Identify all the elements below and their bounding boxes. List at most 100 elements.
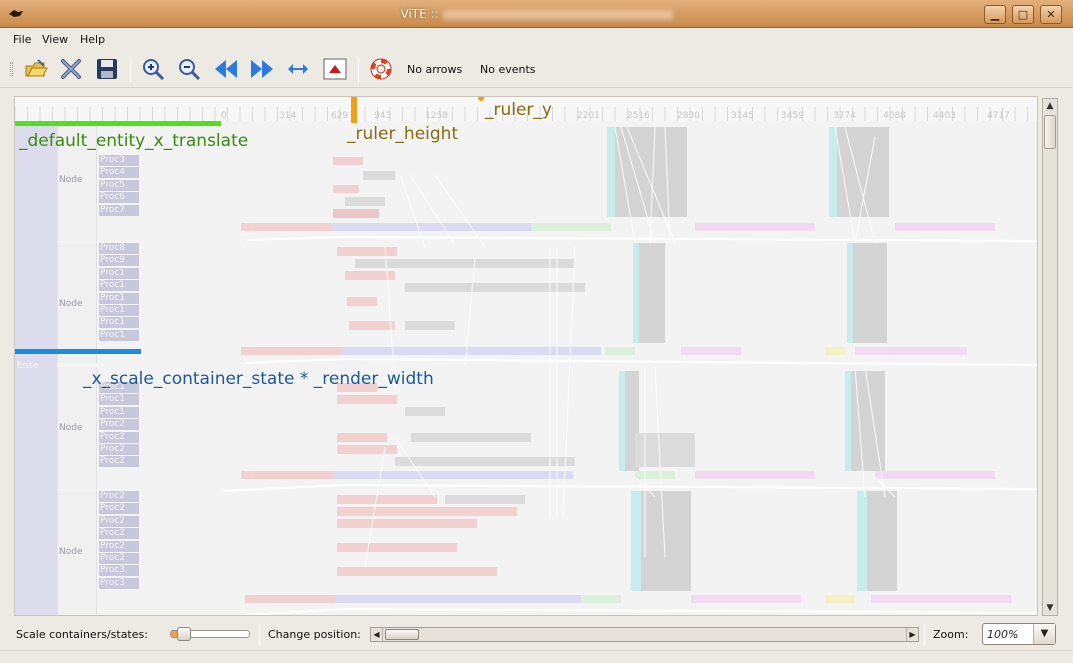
state-bar xyxy=(695,223,815,231)
annotation-bar-x-scale xyxy=(15,349,141,354)
annotation-ruler-height: _ruler_height xyxy=(347,124,459,144)
state-bar xyxy=(333,209,379,218)
scale-slider[interactable] xyxy=(170,627,250,641)
state-bar xyxy=(825,595,855,603)
state-bar xyxy=(605,347,635,355)
menubar: File View Help xyxy=(0,29,1073,50)
zoom-value[interactable]: 100% xyxy=(987,628,1018,641)
state-block xyxy=(633,243,639,343)
state-bar xyxy=(405,407,445,416)
zoom-in-icon xyxy=(143,59,165,81)
open-folder-icon xyxy=(25,59,48,77)
state-block xyxy=(635,243,665,343)
vertical-scrollbar[interactable]: ▲ ▼ xyxy=(1042,98,1058,616)
state-bar xyxy=(345,197,385,206)
scroll-right-arrow-icon[interactable]: ▶ xyxy=(906,628,918,641)
scroll-down-arrow-icon[interactable]: ▼ xyxy=(1043,601,1057,615)
no-events-toggle[interactable]: No events xyxy=(480,63,536,76)
state-bar xyxy=(241,223,331,231)
state-bar xyxy=(347,297,377,306)
fit-horizontal-button[interactable] xyxy=(284,55,312,83)
close-icon xyxy=(61,59,81,79)
state-bar xyxy=(405,321,455,330)
scroll-up-arrow-icon[interactable]: ▲ xyxy=(1043,99,1057,113)
scale-label: Scale containers/states: xyxy=(16,628,148,641)
chevron-down-icon[interactable]: ▼ xyxy=(1033,624,1055,644)
rewind-icon xyxy=(215,60,237,78)
toolbar-grip[interactable] xyxy=(10,62,13,76)
state-bar xyxy=(337,445,397,454)
annotation-bar-ruler-height xyxy=(351,97,357,123)
menu-file[interactable]: File xyxy=(13,33,31,46)
annotation-x-scale: _x_scale_container_state * _render_width xyxy=(83,369,434,389)
state-block xyxy=(607,127,615,217)
state-bar xyxy=(337,433,387,442)
save-button[interactable] xyxy=(93,55,121,83)
state-block xyxy=(857,491,867,591)
fast-forward-button[interactable] xyxy=(248,55,276,83)
state-bar xyxy=(825,347,845,355)
state-block xyxy=(631,491,641,591)
maximize-button[interactable]: □ xyxy=(1012,5,1034,24)
position-scroll-thumb[interactable] xyxy=(385,629,419,640)
state-bar xyxy=(691,595,801,603)
state-bar xyxy=(581,595,621,603)
bottom-separator xyxy=(924,624,925,646)
state-bar xyxy=(337,567,497,576)
state-block xyxy=(845,371,851,471)
state-bar xyxy=(395,457,575,466)
state-bar xyxy=(245,595,335,603)
scale-slider-knob[interactable] xyxy=(177,627,191,641)
menu-help[interactable]: Help xyxy=(80,33,105,46)
state-bar xyxy=(331,223,531,231)
window-titlebar[interactable]: ViTE :: ▁ □ ✕ xyxy=(0,0,1073,28)
state-bar xyxy=(349,321,395,330)
state-bar xyxy=(363,171,395,180)
state-bar xyxy=(337,395,397,404)
zoom-out-icon xyxy=(179,59,201,81)
state-block xyxy=(847,243,853,343)
blurred-filename xyxy=(442,9,673,20)
close-file-button[interactable] xyxy=(57,55,85,83)
state-bar xyxy=(333,185,359,193)
status-bar xyxy=(0,650,1073,663)
minimize-button[interactable]: ▁ xyxy=(984,5,1006,24)
help-button[interactable] xyxy=(367,55,395,83)
state-bar xyxy=(335,595,581,603)
zoom-in-button[interactable] xyxy=(139,55,167,83)
no-arrows-toggle[interactable]: No arrows xyxy=(407,63,462,76)
bottom-separator xyxy=(259,624,260,646)
toolbar: No arrows No events xyxy=(0,50,1073,88)
state-block xyxy=(829,127,889,217)
state-bar xyxy=(681,347,741,355)
vertical-scroll-thumb[interactable] xyxy=(1044,115,1056,149)
menu-view[interactable]: View xyxy=(42,33,68,46)
reset-view-icon xyxy=(323,58,347,80)
state-bar xyxy=(871,595,1011,603)
state-bar xyxy=(337,507,517,516)
state-bar xyxy=(337,519,477,528)
state-bar xyxy=(337,495,437,504)
state-bar xyxy=(411,433,531,442)
state-bar xyxy=(895,223,995,231)
state-bar xyxy=(241,347,341,355)
fast-forward-icon xyxy=(251,60,273,78)
open-button[interactable] xyxy=(22,55,50,83)
zoom-select[interactable]: 100% ▼ xyxy=(982,623,1056,645)
zoom-out-button[interactable] xyxy=(175,55,203,83)
rewind-button[interactable] xyxy=(212,55,240,83)
trace-canvas[interactable]: 0 314 629 943 1258 2201 2516 2830 3145 3459 3774 40… xyxy=(14,96,1038,616)
scroll-left-arrow-icon[interactable]: ◀ xyxy=(371,628,383,641)
state-block xyxy=(607,127,687,217)
close-window-button[interactable]: ✕ xyxy=(1040,5,1062,24)
help-lifebuoy-icon xyxy=(370,58,392,80)
state-block xyxy=(619,371,625,471)
save-icon xyxy=(97,59,117,79)
state-bar xyxy=(445,495,525,504)
position-scrollbar[interactable]: ◀ ▶ xyxy=(370,627,919,642)
annotation-bar-default-entity xyxy=(15,121,221,126)
annotation-ruler-y: _ruler_y xyxy=(485,100,552,120)
reset-view-button[interactable] xyxy=(321,55,349,83)
state-bar xyxy=(333,157,363,165)
window-title: ViTE :: xyxy=(0,7,1073,21)
